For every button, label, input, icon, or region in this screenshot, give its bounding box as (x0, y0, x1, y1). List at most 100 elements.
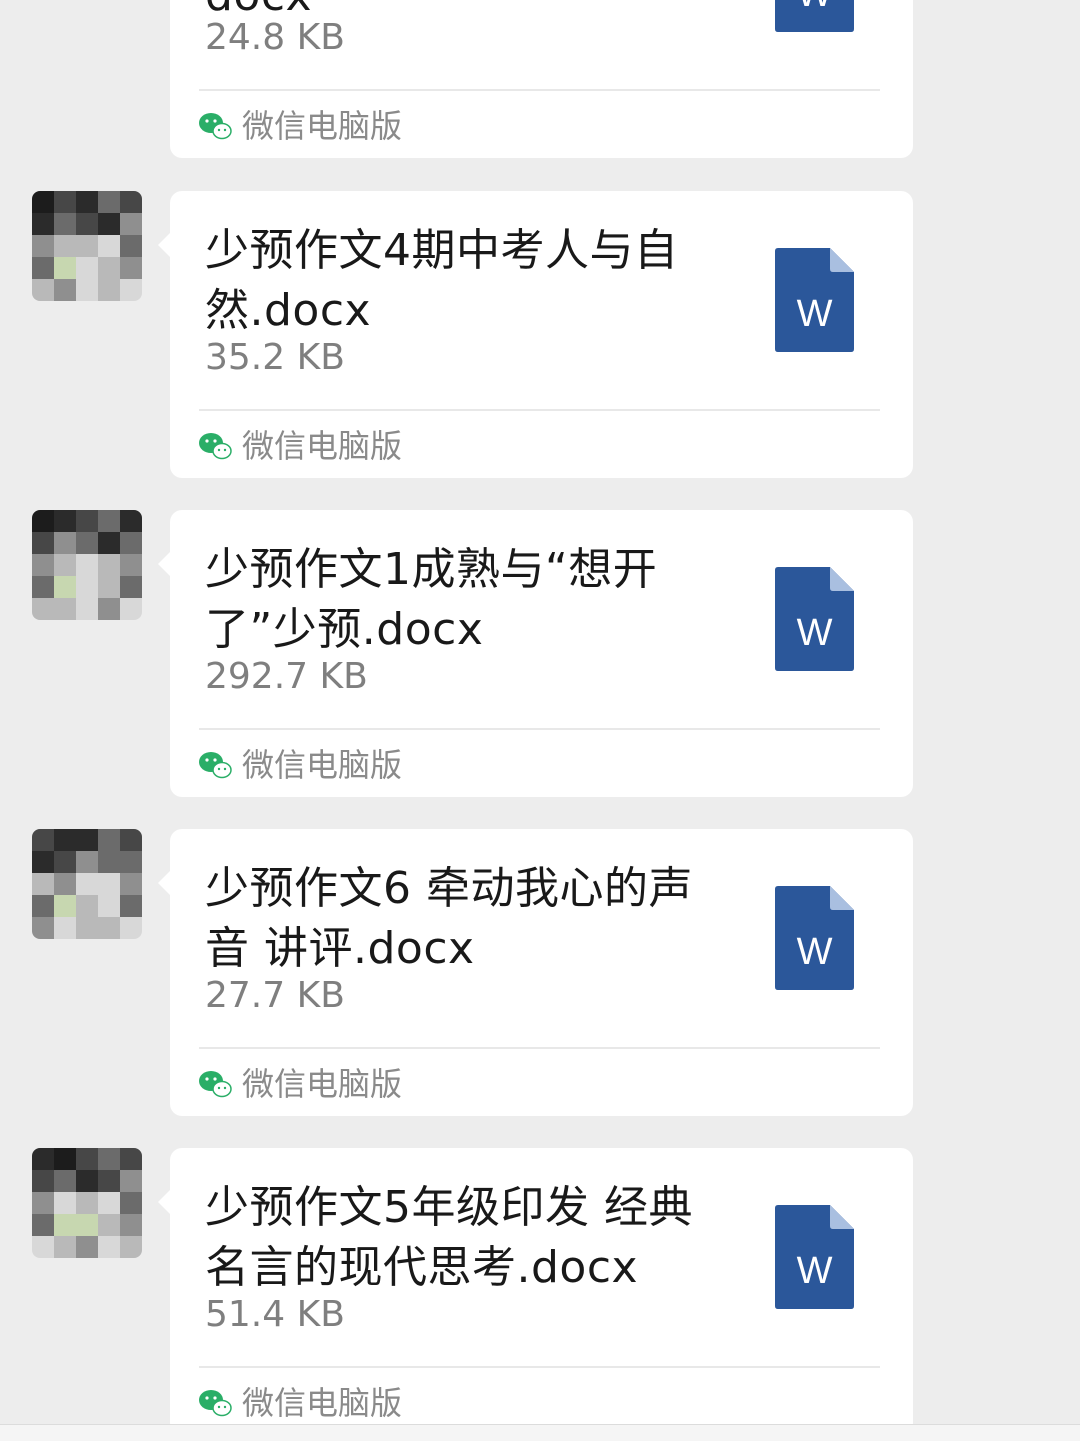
avatar-mosaic-cell (54, 1236, 76, 1258)
avatar-mosaic-cell (76, 851, 98, 873)
avatar-mosaic-cell (32, 532, 54, 554)
avatar-mosaic-cell (32, 235, 54, 257)
avatar-mosaic-cell (76, 213, 98, 235)
avatar-mosaic-cell (54, 532, 76, 554)
bottom-bar (0, 1424, 1080, 1441)
source-info: 微信电脑版 (198, 1383, 402, 1423)
file-message-bubble[interactable]: 少预作文4期中考人与自然.docx 35.2 KB W 微信电脑版 (158, 191, 913, 478)
wechat-icon (199, 752, 232, 779)
avatar-mosaic-cell (76, 279, 98, 301)
file-message-bubble[interactable]: docx 24.8 KB W 微信电脑版 (170, 0, 913, 158)
wechat-eye (217, 1086, 221, 1090)
wechat-eye (205, 119, 209, 123)
file-name: 少预作文4期中考人与自然.docx (205, 225, 679, 336)
word-doc-icon: W (775, 1205, 854, 1309)
avatar-mosaic-cell (54, 917, 76, 939)
doc-icon-fold (830, 248, 854, 272)
avatar-mosaic-cell (76, 1236, 98, 1258)
wechat-eye (223, 128, 227, 132)
file-size: 35.2 KB (205, 337, 345, 378)
avatar-mosaic-cell (32, 257, 54, 279)
avatar-mosaic-cell (98, 1148, 120, 1170)
avatar-mosaic-cell (76, 598, 98, 620)
file-message-bubble[interactable]: 少预作文6 牵动我心的声音 讲评.docx 27.7 KB W 微信电脑版 (158, 829, 913, 1116)
avatar-mosaic-cell (54, 829, 76, 851)
avatar-mosaic-cell (120, 257, 142, 279)
chat-message-list[interactable]: docx 24.8 KB W 微信电脑版 少预作文4期中考人与自然.docx 3… (0, 0, 1080, 1441)
wechat-icon (199, 113, 232, 140)
avatar[interactable] (32, 1148, 142, 1258)
avatar-mosaic-cell (32, 213, 54, 235)
divider (199, 409, 880, 411)
avatar-mosaic-cell (32, 829, 54, 851)
avatar-mosaic-cell (76, 1192, 98, 1214)
source-label: 微信电脑版 (242, 746, 403, 784)
avatar[interactable] (32, 829, 142, 939)
wechat-eye (213, 1396, 217, 1400)
wechat-icon (199, 1071, 232, 1098)
doc-icon-fold (830, 886, 854, 910)
avatar-mosaic-cell (76, 235, 98, 257)
source-label: 微信电脑版 (242, 1065, 403, 1103)
avatar-mosaic-cell (32, 873, 54, 895)
avatar-mosaic-cell (32, 1192, 54, 1214)
avatar-mosaic-cell (32, 554, 54, 576)
source-info: 微信电脑版 (198, 426, 402, 466)
file-name: 少预作文5年级印发 经典名言的现代思考.docx (205, 1182, 693, 1293)
avatar-mosaic-cell (120, 1192, 142, 1214)
avatar-mosaic-cell (98, 598, 120, 620)
avatar-mosaic-cell (54, 873, 76, 895)
file-size: 24.8 KB (205, 17, 345, 58)
avatar-mosaic-cell (120, 213, 142, 235)
avatar-mosaic-cell (120, 510, 142, 532)
avatar-mosaic-cell (32, 895, 54, 917)
divider (199, 89, 880, 91)
avatar-mosaic-cell (54, 257, 76, 279)
wechat-eye (217, 128, 221, 132)
wechat-icon (199, 1390, 232, 1417)
source-info: 微信电脑版 (198, 106, 402, 146)
avatar-mosaic-cell (54, 1148, 76, 1170)
avatar[interactable] (32, 510, 142, 620)
word-doc-icon: W (775, 248, 854, 352)
avatar-mosaic-cell (120, 917, 142, 939)
avatar-mosaic-cell (120, 279, 142, 301)
doc-icon-fold (830, 567, 854, 591)
avatar-mosaic-cell (76, 257, 98, 279)
avatar-mosaic-cell (120, 235, 142, 257)
avatar-mosaic-cell (98, 917, 120, 939)
avatar-mosaic-cell (32, 1236, 54, 1258)
avatar-mosaic-cell (32, 851, 54, 873)
file-message-bubble[interactable]: 少预作文1成熟与“想开了”少预.docx 292.7 KB W 微信电脑版 (158, 510, 913, 797)
avatar-mosaic-cell (32, 576, 54, 598)
avatar-mosaic-cell (54, 554, 76, 576)
divider (199, 1047, 880, 1049)
avatar-mosaic-cell (32, 191, 54, 213)
avatar-mosaic-cell (98, 851, 120, 873)
wechat-bubble-small (212, 761, 232, 779)
avatar[interactable] (32, 191, 142, 301)
wechat-eye (205, 1396, 209, 1400)
source-label: 微信电脑版 (242, 427, 403, 465)
avatar-mosaic-cell (98, 895, 120, 917)
avatar-mosaic-cell (76, 532, 98, 554)
avatar-mosaic-cell (120, 873, 142, 895)
divider (199, 1366, 880, 1368)
avatar-mosaic-cell (120, 829, 142, 851)
avatar-mosaic-cell (54, 235, 76, 257)
wechat-eye (217, 448, 221, 452)
avatar-mosaic-cell (76, 1214, 98, 1236)
avatar-mosaic-cell (98, 510, 120, 532)
avatar-mosaic-cell (98, 191, 120, 213)
avatar-mosaic-cell (120, 1170, 142, 1192)
wechat-eye (205, 439, 209, 443)
wechat-eye (213, 758, 217, 762)
avatar-mosaic-cell (32, 510, 54, 532)
avatar-mosaic-cell (120, 1214, 142, 1236)
wechat-eye (205, 1077, 209, 1081)
source-info: 微信电脑版 (198, 745, 402, 785)
wechat-eye (217, 767, 221, 771)
avatar-mosaic-cell (54, 598, 76, 620)
doc-icon-letter: W (797, 612, 833, 654)
file-message-bubble[interactable]: 少预作文5年级印发 经典名言的现代思考.docx 51.4 KB W 微信电脑版 (158, 1148, 913, 1435)
